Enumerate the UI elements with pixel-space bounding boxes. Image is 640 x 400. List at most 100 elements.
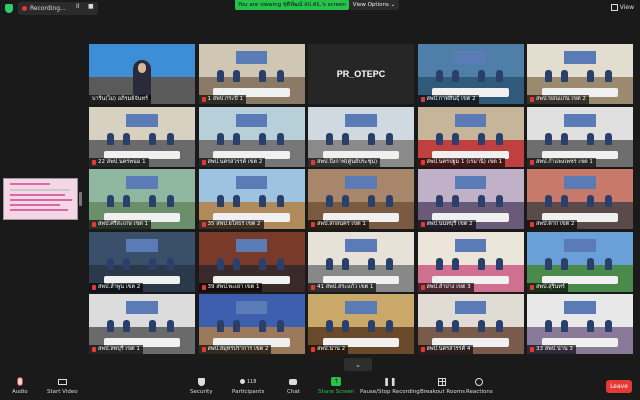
audio-button[interactable]: Audio (12, 377, 28, 395)
attendee-figure (386, 257, 393, 270)
attendee-figure (451, 320, 459, 332)
leave-button[interactable]: Leave (606, 380, 632, 393)
participant-tile[interactable]: PR_OTEPC (308, 44, 414, 104)
mic-muted-icon (530, 97, 534, 102)
participant-label: สพป.สกลนคร เขต 1 (308, 220, 369, 229)
pause-stop-recording-button[interactable]: ❚❚ Pause/Stop Recording (360, 377, 420, 395)
room-screen (126, 301, 158, 315)
participant-tile[interactable]: บาริน(ไม่) อภิรมย์จันทร์ (89, 44, 195, 104)
participant-tile[interactable]: สพป.สมุทรปราการ เขต 2 (198, 294, 305, 354)
participant-name: สพป.ลำพูน เขต 2 (98, 283, 141, 290)
participant-label: สพป.สมุทรปราการ เขต 2 (198, 345, 272, 354)
mic-muted-icon (420, 347, 425, 352)
participant-tile[interactable]: สพป.นครปฐม 1 (เรมานิ) เขต 1 (417, 106, 524, 167)
participant-label: สพป.น่าน 2 (308, 345, 349, 354)
attendee-figure (368, 132, 375, 145)
participant-tile[interactable]: สพป.บึงกาฬ(ศูนย์ประชุม) (308, 106, 414, 167)
participant-tile[interactable]: สพป.ลพบุรี เขต 1 (89, 294, 195, 354)
attendee-figure (276, 132, 284, 145)
participant-tile[interactable]: สพป.ลำปาง เขต 3 (417, 231, 524, 292)
thumb-text-line (10, 194, 65, 196)
attendee-figure (386, 320, 393, 332)
thumbnail-drag-handle[interactable] (79, 192, 82, 206)
view-label: View (619, 4, 634, 11)
participant-label: บาริน(ไม่) อภิรมย์จันทร์ (89, 95, 152, 104)
attendee-figure (477, 195, 485, 207)
participant-tile[interactable]: 35 สพป.ยโสธร เขต 2 (198, 169, 305, 229)
participant-name: สพป.บึงกาฬ(ศูนย์ประชุม) (317, 158, 378, 165)
attendee-figure (258, 132, 266, 145)
attendee-figure (149, 132, 156, 145)
attendee-figure (495, 257, 503, 270)
view-button[interactable]: View (610, 4, 634, 11)
participant-label: สพป.ขอนแก่น เขต 2 (527, 95, 589, 104)
mic-muted-icon (201, 284, 206, 290)
attendee-figure (477, 257, 485, 270)
participant-tile[interactable]: 39 สพป.พะเยา เขต 1 (198, 231, 305, 292)
participant-name: สพป.สกลนคร เขต 1 (317, 221, 366, 227)
participants-button[interactable]: 118 Participants (232, 377, 264, 396)
participant-tile[interactable]: สพป.น่าน 2 (308, 294, 414, 354)
attendee-figure (123, 132, 130, 145)
thumb-text-line (10, 199, 72, 201)
stop-recording-icon[interactable]: ■ (88, 3, 94, 10)
participant-tile[interactable]: สพป.กาฬสินธุ์ เขต 2 (417, 44, 524, 104)
room-screen (235, 176, 268, 190)
participant-name: 22 สพป.นครพนม 1 (98, 158, 146, 165)
attendee-figure (477, 132, 485, 145)
participant-name: 39 สพป.พะเยา เขต 1 (207, 283, 260, 290)
participant-label: 1 สพป.กระบี่ 1 (198, 95, 246, 104)
participant-tile[interactable]: สพป.ขอนแก่น เขต 2 (527, 44, 633, 104)
attendee-figure (368, 195, 375, 207)
attendee-figure (258, 320, 266, 332)
attendee-figure (587, 132, 594, 145)
viewing-share-banner: You are viewing ชุติพัฒน์ สป.ศธ.'s scree… (235, 0, 349, 10)
participant-tile[interactable]: สพป.ตาก เขต 2 (527, 169, 633, 229)
attendee-figure (545, 132, 552, 145)
participant-tile[interactable]: สพป.นนทบุรี เขต 2 (417, 169, 524, 229)
attendee-figure (561, 320, 568, 332)
participant-tile[interactable]: สพป.นครสวรรค์ เขต 2 (198, 106, 305, 167)
participant-name: PR_OTEPC (336, 69, 386, 79)
breakout-rooms-button[interactable]: Breakout Rooms (420, 377, 465, 395)
attendee-figure (216, 132, 224, 145)
pause-recording-icon[interactable]: II (76, 3, 80, 10)
mic-muted-icon (92, 159, 96, 165)
room-screen (235, 113, 268, 127)
view-options-button[interactable]: View Options ⌄ (349, 0, 399, 10)
participant-tile[interactable]: 41 สพป.สระแก้ว เขต 1 (308, 231, 414, 292)
attendee-figure (386, 132, 393, 145)
participant-tile[interactable]: 22 สพป.นครพนม 1 (89, 106, 195, 167)
participant-tile[interactable]: สพป.สุรินทร์ (527, 231, 633, 292)
chat-button[interactable]: Chat (287, 377, 300, 395)
participant-label: 22 สพป.นครพนม 1 (89, 157, 149, 167)
start-video-button[interactable]: Start Video (47, 377, 78, 395)
mic-muted-icon (311, 222, 315, 227)
participant-tile[interactable]: สพป.ศรีสะเกษ เขต 1 (89, 169, 195, 229)
security-button[interactable]: Security (190, 377, 213, 395)
shared-screen-thumbnail[interactable] (3, 178, 78, 220)
attendee-figure (232, 195, 240, 207)
attendee-figure (435, 320, 443, 332)
participant-tile[interactable]: สพป.ลำพูน เขต 2 (89, 231, 195, 292)
attendee-figure (386, 195, 393, 207)
room-screen (345, 176, 377, 190)
reactions-button[interactable]: Reactions (466, 377, 493, 395)
mic-muted-icon (311, 159, 315, 165)
participant-tile[interactable]: 33 สพป.น่าน 3 (527, 294, 633, 354)
participant-tile[interactable]: 1 สพป.กระบี่ 1 (198, 44, 305, 104)
participant-tile[interactable]: สพป.นครสวรรค์ 4 (417, 294, 524, 354)
audio-label: Audio (12, 389, 28, 395)
attendee-figure (587, 195, 594, 207)
scroll-down-button[interactable]: ⌄ (344, 358, 372, 371)
share-screen-button[interactable]: ↑ Share Screen (318, 377, 355, 395)
mic-muted-icon (420, 222, 425, 227)
attendee-figure (326, 132, 333, 145)
participant-tile[interactable]: สพป.กำแพงเพชร เขต 1 (527, 106, 633, 167)
video-off-icon (57, 377, 67, 386)
participant-tile[interactable]: สพป.สกลนคร เขต 1 (308, 169, 414, 229)
meeting-toolbar: Audio Start Video Security 118 Participa… (0, 374, 640, 400)
attendee-figure (605, 320, 612, 332)
shield-icon[interactable] (5, 4, 13, 13)
attendee-figure (435, 257, 443, 270)
